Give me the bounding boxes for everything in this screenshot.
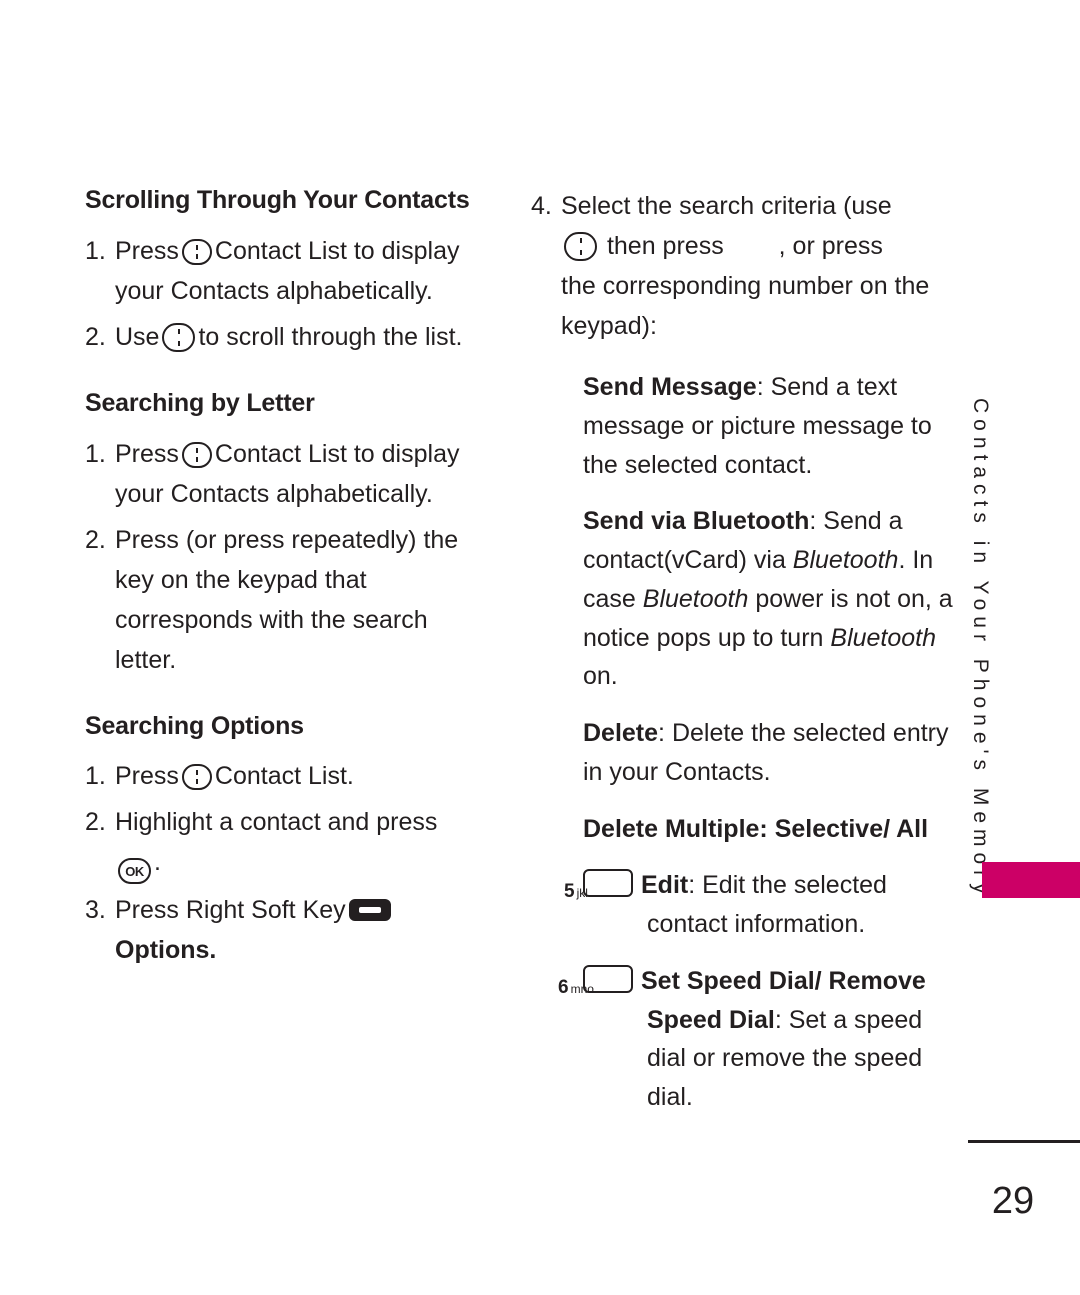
keypad-letters: jkl [576, 886, 588, 901]
option-item: Delete Multiple: Selective/ All [583, 810, 953, 849]
step-text-before-icon: Use [115, 322, 160, 351]
step-item: 3. Press Right Soft Key Options. [85, 890, 490, 970]
step-text-bold-tail: Options. [115, 936, 217, 965]
page-number: 29 [991, 1180, 1035, 1222]
step-number: 2. [85, 525, 106, 554]
step-number: 2. [85, 808, 106, 837]
step-text: Highlight a contact and press OK. [115, 802, 490, 885]
option-emphasis: Bluetooth [830, 623, 937, 652]
left-column: Scrolling Through Your Contacts 1. Press… [85, 186, 490, 976]
option-item: 6 mno Set Speed Dial/ Remove Speed Dial: S… [558, 962, 953, 1117]
step-text: Select the search criteria (use then pre… [561, 186, 951, 346]
option-body: : Selective/ All [759, 814, 929, 843]
step-text-line3: the corresponding number on the keypad): [561, 272, 930, 340]
nav-key-icon [162, 322, 196, 352]
nav-key-icon [564, 232, 597, 261]
step-number: 4. [531, 192, 552, 220]
option-item: Send Message: Send a text message or pic… [583, 368, 953, 484]
side-tab-accent-bar [982, 862, 1080, 898]
step-text: Press Right Soft Key Options. [115, 890, 490, 970]
keypad-letters: mno [570, 981, 594, 996]
heading-searching-options: Searching Options [85, 711, 304, 740]
side-tab-label: Contacts in Your Phone's Memory [969, 398, 992, 900]
step-number: 2. [85, 322, 106, 351]
step-item: 2. Use to scroll through the list. [85, 317, 490, 357]
nav-key-icon [181, 764, 212, 791]
nav-key-icon [181, 441, 212, 468]
step-text: Press Contact List. [115, 756, 490, 796]
step-text-after-icon: Contact List. [214, 762, 354, 791]
step-number: 1. [85, 439, 106, 468]
step-text-before-icon: Press [115, 762, 179, 791]
keypad-6-icon: 6 mno [558, 964, 633, 998]
ok-key-icon: OK [118, 858, 151, 885]
step-text-trailing: . [154, 848, 161, 877]
step-text-before-icon: Highlight a contact and press [115, 808, 438, 837]
right-column: 4. Select the search criteria (use then … [531, 186, 953, 1135]
heading-scrolling-through-your-contacts: Scrolling Through Your Contacts [85, 186, 470, 214]
option-title: Edit [641, 871, 689, 900]
step-item: 1. Press Contact List to display your Con… [85, 231, 490, 311]
option-item: Send via Bluetooth: Send a contact(vCard… [583, 502, 953, 696]
step-text-line2-before: then press [606, 232, 724, 260]
option-title: Send via Bluetooth [583, 507, 810, 536]
step-text-before-icon: Press [115, 439, 179, 468]
option-emphasis: Bluetooth [642, 584, 749, 613]
search-options-list: Send Message: Send a text message or pic… [558, 368, 953, 1117]
step-number: 1. [85, 236, 106, 265]
step-item: 2. Press (or press repeatedly) the key o… [85, 520, 490, 680]
step-number: 3. [85, 896, 106, 925]
step-text-line2-after: , or press [778, 232, 883, 260]
step-text: Press (or press repeatedly) the key on t… [115, 525, 459, 674]
keypad-digit: 6 [558, 976, 569, 998]
option-emphasis: Bluetooth [792, 546, 899, 574]
nav-key-icon [181, 238, 212, 265]
step-item: 4. Select the search criteria (use then … [531, 186, 951, 346]
left-soft-key-icon [733, 235, 776, 257]
option-title: Delete Multiple [583, 814, 760, 843]
right-soft-key-icon [348, 899, 391, 922]
step-item: 1. Press Contact List. [85, 756, 490, 796]
step-text-before-icon: Press [115, 236, 179, 265]
keypad-digit: 5 [564, 881, 575, 903]
step-item: 1. Press Contact List to display your Con… [85, 434, 490, 514]
step-text-after-icon: to scroll through the list. [198, 322, 463, 351]
step-text: Use to scroll through the list. [115, 317, 490, 357]
option-item: Delete: Delete the selected entry in you… [583, 714, 953, 792]
step-number: 1. [85, 762, 106, 791]
option-item: 5 jkl Edit: Edit the selected contact info… [564, 866, 953, 944]
step-text-before-icon: Press Right Soft Key [115, 896, 346, 925]
step-text: Press Contact List to display your Contac… [115, 434, 490, 514]
step-text-line1: Select the search criteria (use [561, 192, 892, 220]
option-title: Delete [583, 719, 659, 747]
step-item: 2. Highlight a contact and press OK. [85, 802, 490, 885]
footer-rule [968, 1140, 1080, 1143]
manual-page: Scrolling Through Your Contacts 1. Press… [0, 0, 1080, 1295]
step-text: Press Contact List to display your Contac… [115, 231, 490, 311]
option-title: Send Message [583, 373, 757, 401]
heading-searching-by-letter: Searching by Letter [85, 388, 315, 417]
keypad-5-icon: 5 jkl [564, 869, 633, 902]
